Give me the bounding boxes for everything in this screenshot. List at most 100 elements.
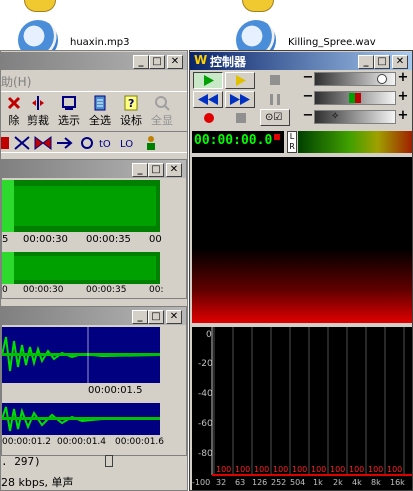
track1-titlebar: _ □ ✕	[2, 160, 186, 178]
status-icon	[105, 455, 113, 467]
select-view-button[interactable]: 选示	[53, 94, 85, 128]
minimize-button[interactable]: _	[132, 163, 148, 177]
icon-top-fragment	[24, 0, 56, 12]
plus-button[interactable]: +	[397, 71, 409, 86]
db-label: -80	[198, 449, 213, 459]
balance-thumb-icon	[349, 93, 361, 103]
status-bitrate: 28 kbps, 单声	[1, 476, 74, 489]
select-view-icon	[62, 96, 76, 110]
maximize-button[interactable]: □	[149, 55, 165, 69]
maximize-button[interactable]: □	[374, 55, 390, 69]
minimize-button[interactable]: _	[132, 310, 148, 324]
track2-titlebar: _ □ ✕	[2, 307, 186, 325]
fast-forward-icon	[230, 94, 250, 105]
plus-button[interactable]: +	[397, 90, 409, 105]
speed-thumb-icon: ✧	[331, 111, 340, 122]
minus-button[interactable]: −	[302, 71, 314, 86]
show-all-button[interactable]: 全显	[146, 94, 178, 128]
freq-label: 8k	[371, 478, 381, 487]
freq-axis: -100 32 63 126 252 504 1k 2k 4k 8k 16k	[192, 478, 412, 490]
editor-titlebar: _ □ ✕	[1, 52, 187, 70]
trim-button[interactable]: 剪裁	[22, 94, 54, 128]
controller-title: 控制器	[210, 55, 247, 69]
level-graph: 0 -20 -40 -60 -80 100 100 100 100 100 10…	[192, 327, 412, 490]
stop-icon[interactable]	[270, 75, 280, 85]
icon-top-fragment	[242, 0, 274, 12]
track1-ruler-bottom: 0 00:00:30 00:00:35 00:	[2, 285, 164, 297]
effect-loop-icon[interactable]: LO	[120, 135, 138, 151]
minus-button[interactable]: −	[302, 90, 314, 105]
effect-1-icon[interactable]	[1, 135, 11, 151]
close-button[interactable]: ✕	[166, 163, 182, 177]
effect-person-icon[interactable]	[143, 134, 159, 152]
db-label: 0	[206, 330, 212, 340]
peak-value: 100	[311, 465, 327, 474]
play-button[interactable]	[193, 72, 223, 89]
select-all-icon	[94, 95, 106, 111]
effect-to-icon[interactable]: tO	[99, 135, 117, 151]
effect-circle-icon[interactable]	[79, 135, 95, 151]
track2-ruler-top: 00:00:01.5	[2, 385, 162, 399]
peak-value: 100	[235, 465, 251, 474]
rewind-button[interactable]	[193, 91, 223, 108]
volume-slider[interactable]	[314, 72, 396, 86]
track1-waveform-bottom[interactable]	[2, 252, 160, 284]
play-yellow-icon	[236, 75, 246, 86]
status-value: . 297)	[1, 455, 41, 468]
peak-value: 100	[254, 465, 270, 474]
close-button[interactable]: ✕	[392, 55, 408, 69]
stop-gray-icon[interactable]	[236, 113, 246, 123]
freq-label: -100	[192, 478, 211, 487]
desktop-icon-huaxin[interactable]: huaxin.mp3	[18, 0, 129, 60]
balance-slider[interactable]	[314, 91, 396, 105]
status-bar: . 297) 28 kbps, 单声	[1, 451, 187, 489]
peak-value: 100	[216, 465, 232, 474]
level-meter	[298, 131, 412, 153]
effect-fan-icon[interactable]	[34, 135, 52, 151]
editor-window: _ □ ✕ 助(H) 除 剪裁 选示 全选 ? 设标 全显 tO LO _ □ …	[0, 50, 188, 491]
freq-label: 1k	[313, 478, 323, 487]
peak-value: 100	[330, 465, 346, 474]
track1-waveform-top[interactable]	[2, 180, 160, 232]
minimize-button[interactable]: _	[358, 55, 374, 69]
minus-button[interactable]: −	[302, 109, 314, 124]
freq-label: 126	[252, 478, 268, 487]
select-all-button[interactable]: 全选	[84, 94, 116, 128]
editor-toolbar: 除 剪裁 选示 全选 ? 设标 全显	[1, 91, 187, 129]
lr-label: LR	[287, 131, 297, 153]
svg-text:?: ?	[128, 97, 134, 110]
controller-titlebar: W 控制器 _ □ ✕	[190, 52, 412, 70]
peak-value: 100	[273, 465, 289, 474]
delete-icon	[7, 96, 21, 110]
effect-arrow-icon[interactable]	[55, 135, 73, 151]
effect-cross-icon[interactable]	[13, 135, 31, 151]
freq-label: 63	[235, 478, 246, 487]
set-mark-button[interactable]: ? 设标	[115, 94, 147, 128]
time-display: 00:00:00.0	[192, 131, 284, 153]
pause-icon[interactable]	[270, 94, 280, 105]
speed-slider[interactable]: ✧	[314, 110, 396, 124]
maximize-button[interactable]: □	[148, 163, 164, 177]
desktop-icon-killing-spree[interactable]: Killing_Spree.wav	[236, 0, 406, 60]
fast-forward-button[interactable]	[225, 91, 255, 108]
db-label: -60	[198, 419, 213, 429]
db-label: -20	[198, 359, 213, 369]
freq-label: 4k	[352, 478, 362, 487]
menu-help[interactable]: 助(H)	[1, 73, 31, 90]
maximize-button[interactable]: □	[148, 310, 164, 324]
minimize-button[interactable]: _	[133, 55, 149, 69]
track2-waveform-bottom[interactable]	[2, 403, 160, 435]
selection-marker	[2, 180, 14, 232]
controller-window: W 控制器 _□✕ − + − + ⊙☑ − ✧ + 00:00:00.0	[189, 50, 413, 491]
track2-window: _ □ ✕ 00:00:01.5 00:00:01.2 00:00:01.4 00:…	[1, 306, 187, 456]
close-button[interactable]: ✕	[167, 55, 183, 69]
play-icon	[204, 75, 214, 86]
record-icon[interactable]	[204, 113, 214, 123]
plus-button[interactable]: +	[397, 109, 409, 124]
peak-value: 100	[387, 465, 403, 474]
track2-waveform-top[interactable]	[2, 327, 160, 383]
play-selection-button[interactable]	[225, 72, 255, 89]
svg-text:tO: tO	[99, 139, 111, 150]
close-button[interactable]: ✕	[166, 310, 182, 324]
loop-toggle-button[interactable]: ⊙☑	[260, 109, 290, 126]
